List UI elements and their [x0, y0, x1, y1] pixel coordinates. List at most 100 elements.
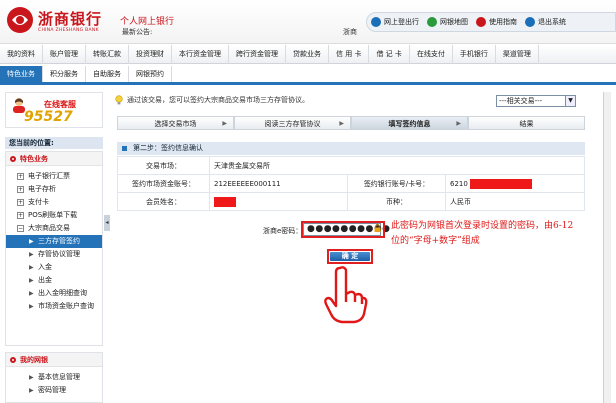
- top-link-0[interactable]: 网上登出行: [371, 17, 419, 27]
- fund-account-value: 212EEEEEE000111: [209, 174, 348, 193]
- market-value: 天津贵金属交易所: [209, 156, 585, 175]
- step-title-label: 第二步：签约信息确认: [133, 144, 203, 152]
- arrow-right-icon: ▶: [29, 277, 34, 284]
- table-row: 签约市场资金账号： 212EEEEEE000111 签约银行账号/卡号： 621…: [117, 174, 585, 193]
- sidebar-collapse-toggle[interactable]: ◂: [104, 215, 110, 231]
- arrow-right-icon: ▶: [29, 374, 34, 381]
- sidebar-item-label: 大宗商品交易: [28, 224, 70, 232]
- sidebar-item-label: 存管协议管理: [38, 250, 80, 258]
- top-link-1[interactable]: 网银地图: [427, 17, 468, 27]
- announcement-label: 最新公告:: [122, 28, 153, 36]
- subnav-tab[interactable]: 特色业务: [0, 66, 43, 82]
- nav-item[interactable]: 本行资金管理: [172, 45, 229, 64]
- nav-item[interactable]: 投资理财: [129, 45, 172, 64]
- confirm-button[interactable]: 确 定: [330, 252, 370, 261]
- sidebar-item[interactable]: ▶ 入金: [6, 261, 102, 274]
- sidebar-item[interactable]: ▶ 三方存管签约: [6, 235, 102, 248]
- subnav-tab[interactable]: 网银预约: [129, 66, 172, 82]
- location-label: 您当前的位置:: [5, 137, 103, 149]
- nav-item[interactable]: 信 用 卡: [329, 45, 370, 64]
- sidebar-item-label: 出金: [38, 276, 52, 284]
- sidebar: 在线客服 95527 您当前的位置: 特色业务 + 电子银行汇票 + 电子存析 + 支付卡…: [5, 92, 103, 403]
- sidebar-section-label: 特色业务: [20, 155, 48, 163]
- password-annotation: 此密码为网银首次登录时设置的密码，由6-12位的“字母+数字”组成: [391, 221, 574, 246]
- arrow-right-icon: ▶: [456, 120, 461, 127]
- nav-item[interactable]: 手机银行: [453, 45, 496, 64]
- customer-service-box[interactable]: 在线客服 95527: [5, 92, 103, 128]
- customer-service-phone: 95527: [24, 109, 73, 125]
- arrow-right-icon: ▶: [222, 120, 227, 127]
- sidebar-item[interactable]: + 电子银行汇票: [6, 170, 102, 183]
- subnav-tab[interactable]: 积分服务: [43, 66, 86, 82]
- sidebar-item-label: 电子存析: [28, 185, 56, 193]
- top-link-label: 网银地图: [440, 18, 468, 26]
- top-link-3[interactable]: 退出系统: [525, 17, 566, 27]
- nav-item[interactable]: 转账汇款: [86, 45, 129, 64]
- nav-item[interactable]: 在线支付: [410, 45, 453, 64]
- sidebar-menu: + 电子银行汇票 + 电子存析 + 支付卡 + POS刷账单下载 − 大宗商品交易 ▶ 三方存管签约 ▶…: [6, 166, 102, 313]
- sidebar-section-title[interactable]: 特色业务: [6, 152, 102, 166]
- sidebar-item-label: 电子银行汇票: [28, 172, 70, 180]
- nav-item[interactable]: 渠道管理: [496, 45, 539, 64]
- signing-info-table: 交易市场： 天津贵金属交易所 签约市场资金账号： 212EEEEEE000111…: [117, 156, 585, 211]
- expand-icon[interactable]: +: [17, 173, 24, 180]
- nav-item[interactable]: 跨行资金管理: [229, 45, 286, 64]
- sidebar-item[interactable]: + 电子存析: [6, 183, 102, 196]
- step-1: 选择交易市场 ▶: [117, 116, 234, 130]
- section-bullet-icon: [10, 156, 16, 162]
- arrow-right-icon: ▶: [29, 264, 34, 271]
- pointing-hand-icon: [324, 266, 368, 324]
- nav-item[interactable]: 借 记 卡: [369, 45, 410, 64]
- site-title: 个人网上银行: [120, 17, 175, 27]
- sidebar-item[interactable]: ▶ 出入金明细查询: [6, 287, 102, 300]
- top-link-label: 退出系统: [538, 18, 566, 26]
- notice-label: 通过该交易，您可以签约大宗商品交易市场三方存管协议。: [127, 96, 309, 104]
- sidebar-item-label: 出入金明细查询: [38, 289, 87, 297]
- expand-icon[interactable]: +: [17, 212, 24, 219]
- top-link-label: 使用指南: [489, 18, 517, 26]
- expand-icon[interactable]: +: [17, 199, 24, 206]
- chevron-down-icon[interactable]: ▼: [565, 96, 575, 106]
- sidebar-item-label: 入金: [38, 263, 52, 271]
- top-link-2[interactable]: 使用指南: [476, 17, 517, 27]
- sidebar-item[interactable]: ▶ 市场资金账户查询: [6, 300, 102, 313]
- help-icon: [476, 17, 486, 27]
- step-label: 阅读三方存管协议: [264, 120, 321, 128]
- arrow-right-icon: ▶: [29, 251, 34, 258]
- sidebar-item-label: 支付卡: [28, 198, 49, 206]
- sidebar-item[interactable]: + 支付卡: [6, 196, 102, 209]
- lock-icon: [374, 224, 381, 232]
- sidebar-item[interactable]: ▶ 密码管理: [6, 384, 102, 397]
- related-transactions-select[interactable]: ---相关交易--- ▼: [496, 95, 576, 107]
- sidebar-item[interactable]: ▶ 出金: [6, 274, 102, 287]
- subnav-tab[interactable]: 自助服务: [86, 66, 129, 82]
- expand-icon[interactable]: +: [17, 186, 24, 193]
- redaction-mark: [214, 196, 236, 207]
- nav-item[interactable]: 我的资料: [0, 45, 43, 64]
- password-label: 浙商e密码：: [263, 227, 303, 235]
- arrow-right-icon: ▶: [339, 120, 344, 127]
- sidebar-section2-label: 我的网银: [20, 356, 48, 364]
- member-name-label: 会员姓名：: [117, 192, 210, 211]
- nav-item[interactable]: 账户管理: [43, 45, 86, 64]
- sidebar-menu-2: ▶ 基本信息管理 ▶ 密码管理: [6, 367, 102, 397]
- nav-item[interactable]: 贷款业务: [286, 45, 329, 64]
- page-scrollbar[interactable]: [603, 92, 611, 403]
- sidebar-item[interactable]: − 大宗商品交易: [6, 222, 102, 235]
- bank-logo-icon: [7, 7, 33, 33]
- table-row: 交易市场： 天津贵金属交易所: [117, 156, 585, 175]
- password-highlight-box: [301, 221, 385, 238]
- sidebar-item-label: 三方存管签约: [38, 237, 80, 245]
- section-bullet-icon: [10, 357, 16, 363]
- top-links-bar: 网上登出行 网银地图 使用指南 退出系统: [366, 12, 616, 32]
- step-label: 结果: [519, 120, 534, 128]
- sidebar-item[interactable]: + POS刷账单下载: [6, 209, 102, 222]
- bank-name: 浙商银行: [38, 10, 103, 28]
- expand-icon[interactable]: −: [17, 225, 24, 232]
- sidebar-section2-title[interactable]: 我的网银: [6, 353, 102, 367]
- currency-label: 币种：: [347, 192, 446, 211]
- market-label: 交易市场：: [117, 156, 210, 175]
- top-link-label: 网上登出行: [384, 18, 419, 26]
- sidebar-item[interactable]: ▶ 基本信息管理: [6, 371, 102, 384]
- sidebar-item[interactable]: ▶ 存管协议管理: [6, 248, 102, 261]
